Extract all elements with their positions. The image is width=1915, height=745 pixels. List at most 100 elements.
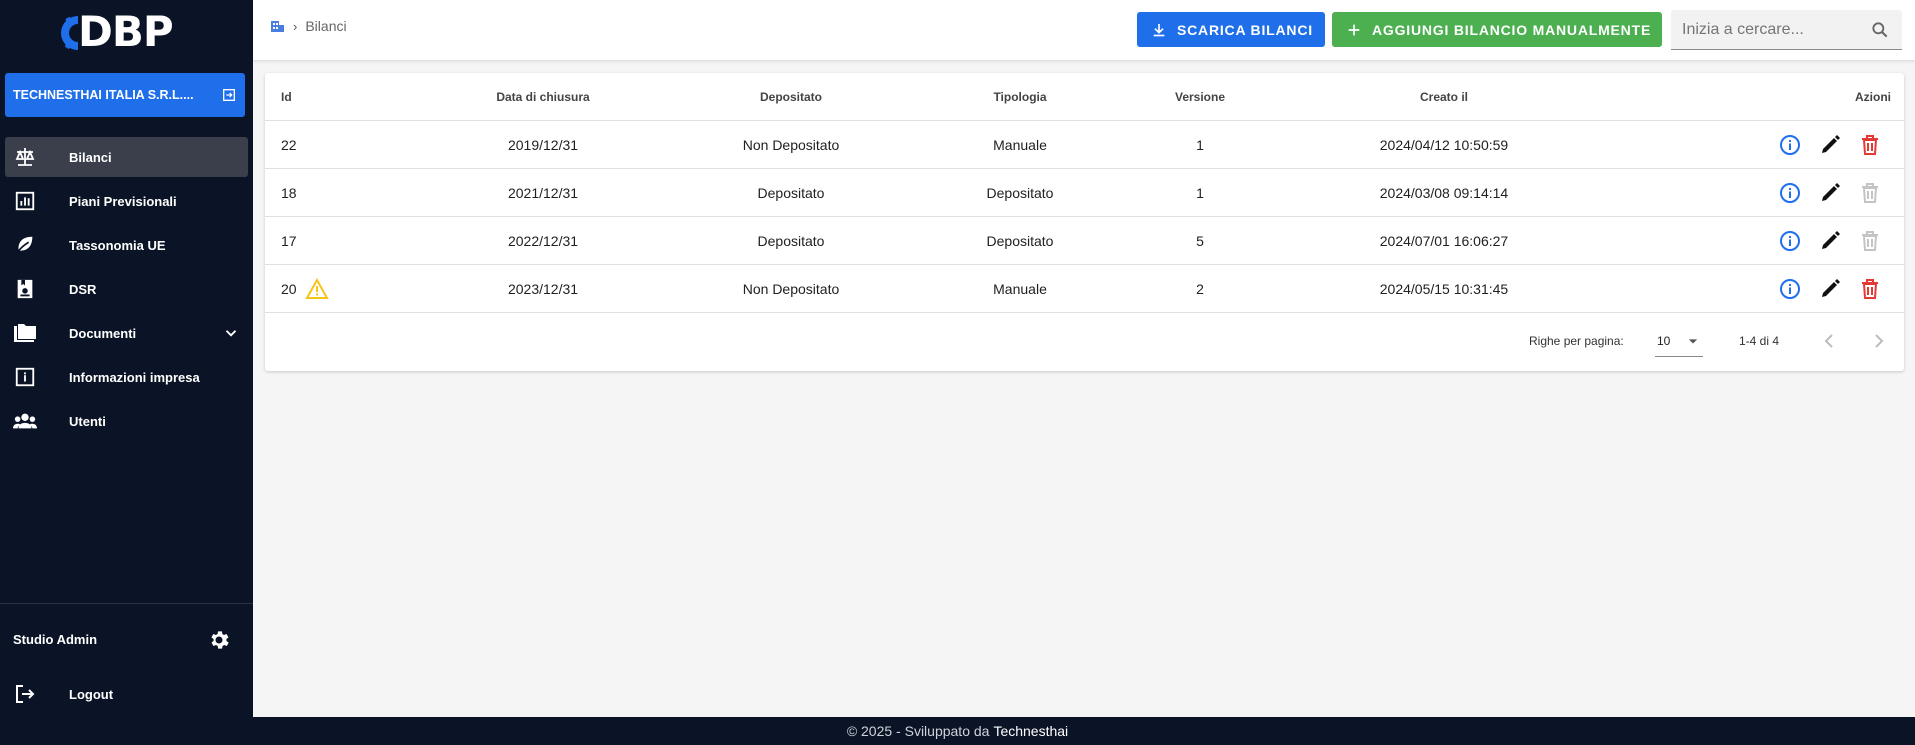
cell-depositato: Depositato [757, 185, 825, 201]
info-icon[interactable] [1778, 133, 1802, 157]
cell-depositato: Depositato [757, 233, 825, 249]
cell-creato-il: 2024/03/08 09:14:14 [1379, 185, 1509, 201]
column-header-id[interactable]: Id [281, 90, 292, 104]
table-header: Id Data di chiusura Depositato Tipologia… [265, 73, 1904, 121]
sidebar-item-label: Bilanci [69, 149, 112, 165]
users-icon [13, 409, 37, 433]
edit-pencil-icon[interactable] [1818, 277, 1842, 301]
rows-per-page-label: Righe per pagina: [1529, 334, 1624, 348]
cell-id: 18 [281, 185, 297, 201]
table-row[interactable]: 20 2023/12/31 Non Depositato Manuale 2 2… [265, 265, 1904, 313]
pagination-range: 1-4 di 4 [1739, 334, 1780, 348]
info-square-icon [13, 365, 37, 389]
footer-brand-link[interactable]: Technesthai [993, 723, 1068, 739]
cell-versione: 2 [1196, 281, 1204, 297]
table-row[interactable]: 17 2022/12/31 Depositato Depositato 5 20… [265, 217, 1904, 265]
search-box [1671, 10, 1902, 50]
delete-trash-icon-disabled [1862, 183, 1878, 203]
cell-id: 17 [281, 233, 297, 249]
app-logo[interactable]: DBP [58, 7, 174, 56]
cell-data-chiusura: 2021/12/31 [507, 185, 579, 201]
table-row[interactable]: 22 2019/12/31 Non Depositato Manuale 1 2… [265, 121, 1904, 169]
plus-icon [1348, 24, 1360, 35]
column-header-versione[interactable]: Versione [1175, 90, 1225, 104]
logout-button[interactable]: Logout [5, 676, 248, 712]
page-footer: © 2025 - Sviluppato da Technesthai [0, 717, 1915, 745]
column-header-creato-il[interactable]: Creato il [1420, 90, 1468, 104]
edit-pencil-icon[interactable] [1818, 181, 1842, 205]
column-header-data-chiusura[interactable]: Data di chiusura [496, 90, 589, 104]
sidebar-item-bilanci[interactable]: Bilanci [5, 137, 248, 177]
search-icon[interactable] [1870, 20, 1890, 40]
delete-trash-icon-disabled [1862, 231, 1878, 251]
sidebar-item-tassonomia-ue[interactable]: Tassonomia UE [5, 225, 248, 265]
info-icon[interactable] [1778, 277, 1802, 301]
edit-pencil-icon[interactable] [1818, 133, 1842, 157]
logo-text: DBP [78, 7, 174, 56]
delete-trash-icon[interactable] [1858, 133, 1882, 157]
table-pagination: Righe per pagina: 10 1-4 di 4 [265, 313, 1904, 369]
cell-depositato: Non Depositato [742, 281, 840, 297]
sidebar-item-informazioni-impresa[interactable]: Informazioni impresa [5, 357, 248, 397]
cell-id: 20 [281, 281, 297, 297]
delete-trash-icon[interactable] [1858, 277, 1882, 301]
sidebar: DBP TECHNESTHAI ITALIA S.R.L.... Bilanci… [0, 0, 253, 717]
edit-pencil-icon[interactable] [1818, 229, 1842, 253]
chevron-down-icon[interactable] [222, 324, 240, 342]
sidebar-item-label: Piani Previsionali [69, 193, 177, 209]
report-icon [13, 277, 37, 301]
cell-data-chiusura: 2019/12/31 [507, 137, 579, 153]
add-bilancio-button[interactable]: AGGIUNGI BILANCIO MANUALMENTE [1332, 12, 1662, 47]
cell-versione: 1 [1196, 137, 1204, 153]
sidebar-item-documenti[interactable]: Documenti [5, 313, 248, 353]
table-row[interactable]: 18 2021/12/31 Depositato Depositato 1 20… [265, 169, 1904, 217]
logo-gear-icon [58, 12, 82, 52]
company-name: TECHNESTHAI ITALIA S.R.L.... [13, 88, 194, 102]
cell-tipologia: Manuale [993, 137, 1047, 153]
switch-company-icon [223, 89, 235, 101]
top-bar: › Bilanci SCARICA BILANCI AGGIUNGI BILAN… [253, 0, 1915, 61]
sidebar-item-label: Informazioni impresa [69, 369, 200, 385]
balance-scale-icon [13, 145, 37, 169]
current-user-name: Studio Admin [13, 632, 98, 647]
info-icon[interactable] [1778, 229, 1802, 253]
leaf-icon [13, 233, 37, 257]
cell-data-chiusura: 2022/12/31 [507, 233, 579, 249]
sidebar-nav: Bilanci Piani Previsionali Tassonomia UE… [0, 137, 253, 445]
breadcrumb: › Bilanci [269, 18, 347, 34]
download-bilanci-button[interactable]: SCARICA BILANCI [1137, 12, 1325, 47]
company-home-icon[interactable] [269, 18, 285, 34]
sidebar-item-piani-previsionali[interactable]: Piani Previsionali [5, 181, 248, 221]
company-selector-button[interactable]: TECHNESTHAI ITALIA S.R.L.... [5, 73, 245, 117]
cell-data-chiusura: 2023/12/31 [507, 281, 579, 297]
search-input[interactable] [1682, 21, 1862, 39]
sidebar-item-utenti[interactable]: Utenti [5, 401, 248, 441]
info-icon[interactable] [1778, 181, 1802, 205]
previous-page-icon[interactable] [1817, 329, 1841, 353]
cell-creato-il: 2024/04/12 10:50:59 [1379, 137, 1509, 153]
next-page-icon[interactable] [1867, 329, 1891, 353]
cell-versione: 1 [1196, 185, 1204, 201]
cell-id: 22 [281, 137, 297, 153]
sidebar-item-label: Utenti [69, 413, 106, 429]
folder-icon [13, 321, 37, 345]
sidebar-footer: Studio Admin Logout [0, 603, 253, 717]
column-header-tipologia[interactable]: Tipologia [993, 90, 1046, 104]
logout-label: Logout [69, 686, 114, 702]
download-bilanci-label: SCARICA BILANCI [1177, 21, 1313, 38]
dropdown-arrow-icon [1688, 339, 1698, 344]
cell-tipologia: Depositato [986, 185, 1054, 201]
add-bilancio-label: AGGIUNGI BILANCIO MANUALMENTE [1372, 21, 1652, 38]
sidebar-item-dsr[interactable]: DSR [5, 269, 248, 309]
sidebar-item-label: Documenti [69, 325, 137, 341]
logout-icon [13, 682, 37, 706]
cell-depositato: Non Depositato [742, 137, 840, 153]
warning-icon[interactable] [305, 277, 329, 301]
column-header-depositato[interactable]: Depositato [760, 90, 822, 104]
breadcrumb-current: Bilanci [305, 18, 347, 34]
settings-gear-icon[interactable] [207, 628, 231, 652]
breadcrumb-separator-icon: › [293, 18, 298, 34]
rows-per-page-select[interactable]: 10 [1655, 325, 1703, 357]
cell-versione: 5 [1196, 233, 1204, 249]
cell-tipologia: Manuale [993, 281, 1047, 297]
